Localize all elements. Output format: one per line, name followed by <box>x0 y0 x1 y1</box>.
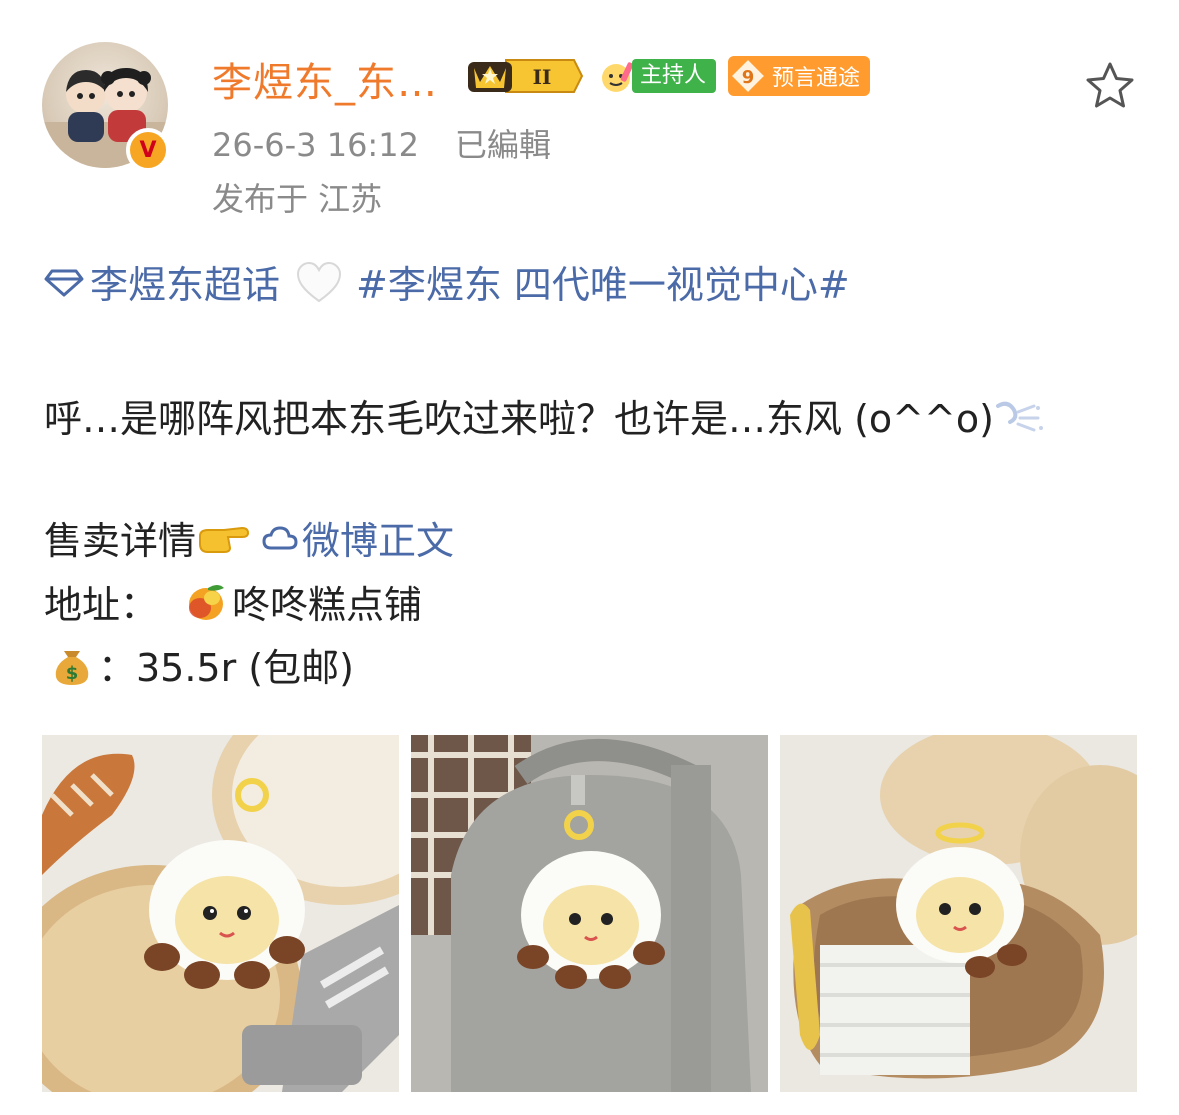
mango-emoji <box>189 584 225 620</box>
verified-badge: V <box>126 128 170 172</box>
post-text-line-1: 呼…是哪阵风把本东毛吹过来啦？也许是…东风 (o^^o) <box>44 388 1044 443</box>
svg-text:II: II <box>533 65 552 89</box>
prophet-badge[interactable]: 9 预言通途 <box>728 56 871 96</box>
prophet-level-icon: 9 <box>728 56 769 96</box>
username[interactable]: 李煜东_东… <box>212 50 438 108</box>
address-label: 地址： <box>44 583 159 627</box>
white-heart-emoji <box>297 261 342 302</box>
hashtag-link[interactable]: #李煜东 四代唯一视觉中心# <box>356 254 850 309</box>
svg-text:9: 9 <box>742 67 755 88</box>
pointing-hand-emoji <box>199 526 250 553</box>
tag-line: 李煜东超话 #李煜东 四代唯一视觉中心# <box>44 254 850 309</box>
svg-text:$: $ <box>66 663 79 684</box>
post-photo-2[interactable] <box>411 735 768 1092</box>
sale-line: 售卖详情 微博正文 <box>44 510 454 565</box>
plush-keychain-in-dish-photo <box>780 735 1137 1092</box>
post-location: 发布于 江苏 <box>212 180 383 218</box>
edited-label: 已編輯 <box>454 126 551 164</box>
supertopic-link[interactable]: 李煜东超话 <box>44 254 280 309</box>
badge-row: II 主持人 9 预言通途 <box>466 54 871 98</box>
plush-keychain-on-bag-photo <box>411 735 768 1092</box>
plush-keychain-photo <box>42 735 399 1092</box>
wind-emoji <box>995 401 1043 431</box>
sale-link[interactable]: 微博正文 <box>252 510 454 565</box>
price-line: $ ：35.5r (包邮) <box>44 637 354 692</box>
address-value: 咚咚糕点铺 <box>232 583 423 627</box>
address-line: 地址： 咚咚糕点铺 <box>44 574 422 629</box>
level-badge[interactable]: II <box>466 54 584 98</box>
crown-icon: II <box>468 59 584 93</box>
host-badge[interactable]: 主持人 <box>596 56 717 96</box>
money-bag-emoji: $ <box>55 650 89 685</box>
post-photo-1[interactable] <box>42 735 399 1092</box>
sale-label: 售卖详情 <box>44 519 197 563</box>
star-outline-icon <box>1086 62 1134 108</box>
post-meta: 26-6-3 16:12 已編輯 <box>212 120 551 166</box>
cloud-icon <box>262 525 298 549</box>
diamond-icon <box>44 269 84 296</box>
price-text: ：35.5r (包邮) <box>98 646 354 690</box>
host-mascot-icon <box>602 62 634 92</box>
post-photo-3[interactable] <box>780 735 1137 1092</box>
favorite-button[interactable] <box>1084 60 1136 112</box>
post-timestamp: 26-6-3 16:12 <box>212 126 419 164</box>
